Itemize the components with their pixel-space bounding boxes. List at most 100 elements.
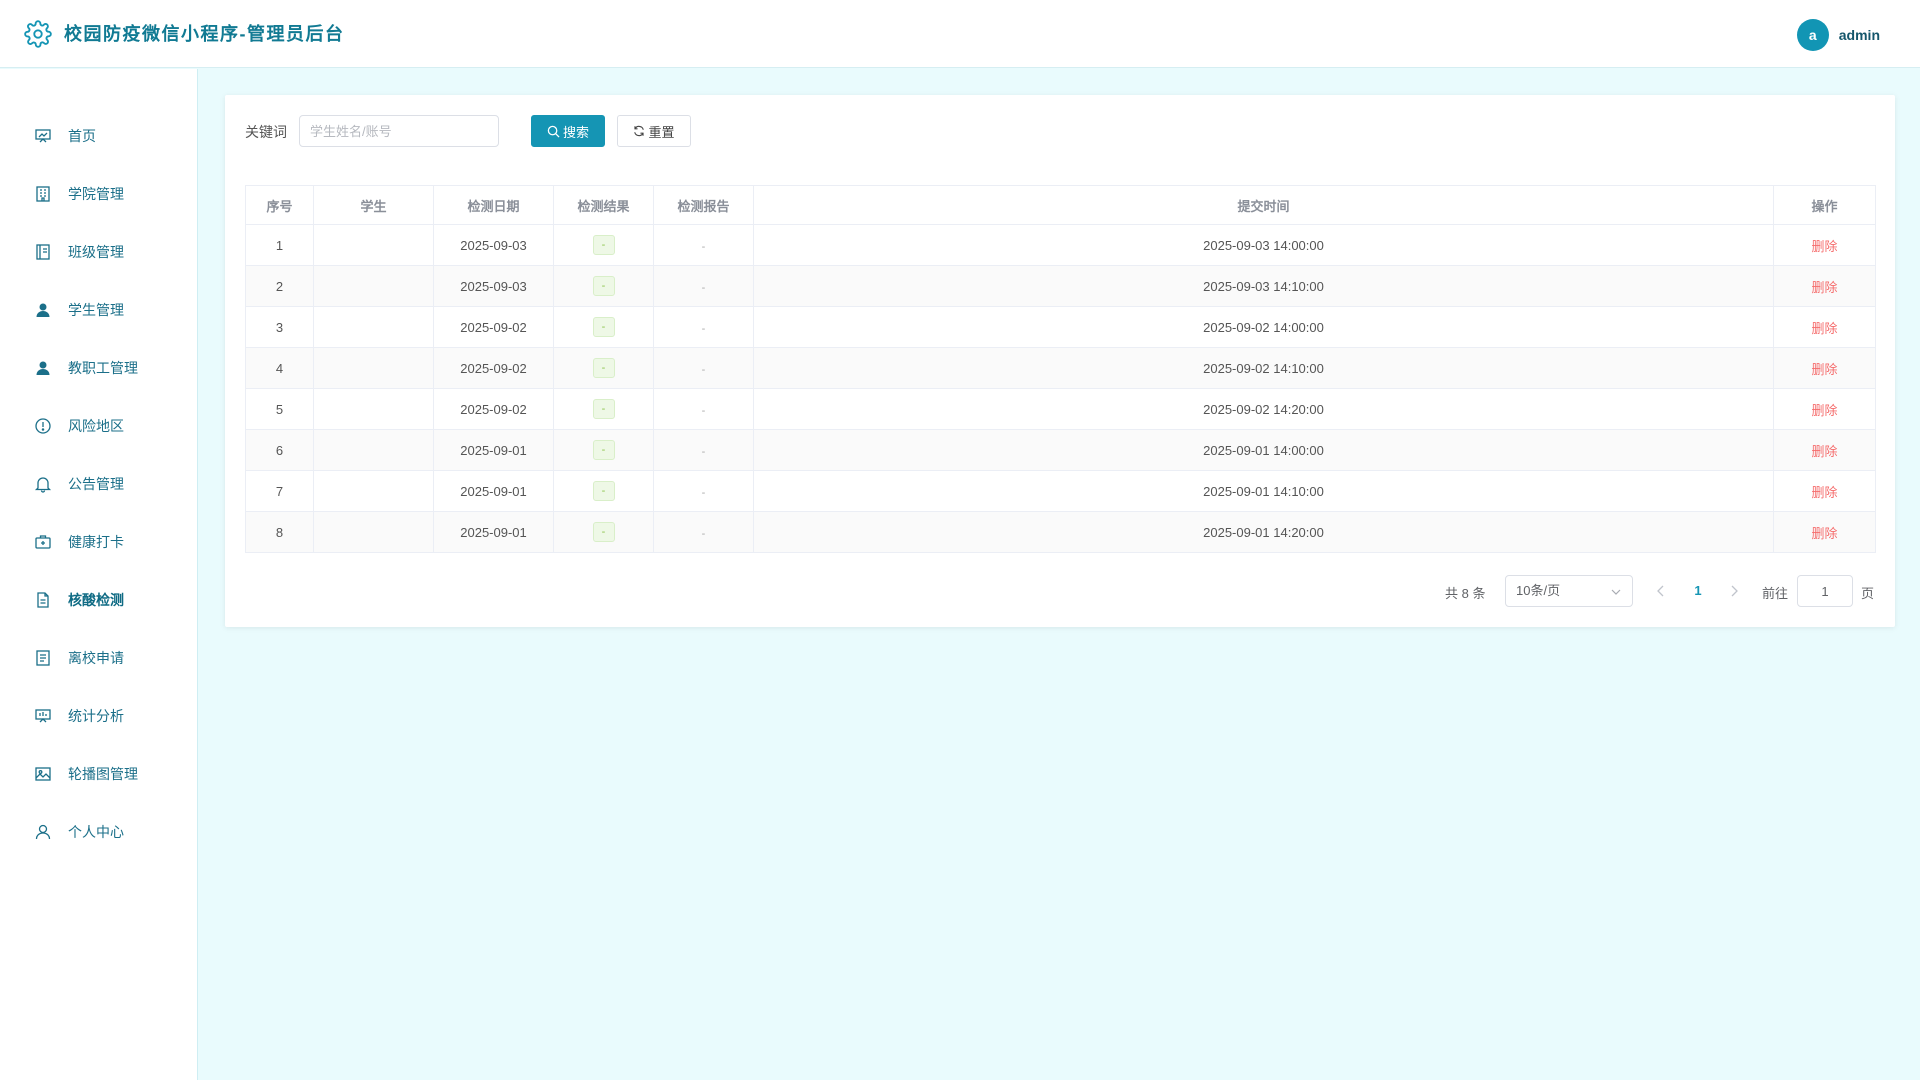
row-test-date: 2025-09-01 [433, 470, 554, 512]
row-result-cell: - [553, 429, 654, 471]
gear-icon [24, 20, 52, 48]
document-icon [37, 592, 49, 608]
sidebar-item-carousel[interactable]: 轮播图管理 [0, 754, 198, 794]
row-report-cell: - [653, 429, 754, 471]
sidebar-item-class[interactable]: 班级管理 [0, 232, 198, 272]
row-index: 6 [245, 429, 314, 471]
sidebar-item-staff[interactable]: 教职工管理 [0, 348, 198, 388]
search-button-label: 搜索 [562, 124, 589, 140]
page-suffix-label: 页 [1861, 586, 1875, 601]
delete-button[interactable]: 删除 [1811, 280, 1837, 295]
row-result-cell: - [553, 306, 654, 348]
content-panel: 关键词 搜索 重置 序号 学生 检测日期 检测结果 检测报告 提交时间 [225, 95, 1895, 627]
sidebar-item-label: 教职工管理 [68, 360, 138, 376]
row-result-cell: - [553, 470, 654, 512]
row-submit-time: 2025-09-02 14:20:00 [753, 388, 1774, 430]
sidebar-item-label: 统计分析 [68, 708, 124, 724]
bell-icon [34, 477, 52, 493]
row-test-date: 2025-09-03 [433, 265, 554, 307]
sidebar-item-label: 公告管理 [68, 476, 124, 492]
building-icon [36, 186, 50, 202]
row-report-cell: - [653, 347, 754, 389]
data-board-icon [35, 709, 51, 723]
page-size-select[interactable]: 10条/页 [1505, 575, 1633, 607]
sidebar-item-home[interactable]: 首页 [0, 116, 198, 156]
row-student [313, 224, 434, 266]
sidebar-item-health-checkin[interactable]: 健康打卡 [0, 522, 198, 562]
refresh-icon [634, 125, 645, 137]
report-value: - [701, 404, 706, 417]
row-report-cell: - [653, 306, 754, 348]
result-tag: - [592, 235, 615, 255]
row-report-cell: - [653, 388, 754, 430]
row-result-cell: - [553, 511, 654, 553]
delete-button[interactable]: 删除 [1811, 362, 1837, 377]
row-result-cell: - [553, 347, 654, 389]
chevron-left-icon[interactable] [1653, 583, 1669, 599]
pagination-total: 共 8 条 [1445, 586, 1486, 601]
sidebar-item-nucleic-test[interactable]: 核酸检测 [0, 580, 198, 620]
row-action-cell: 删除 [1773, 388, 1876, 430]
result-tag: - [592, 481, 615, 501]
user-menu[interactable]: a admin [1796, 19, 1880, 51]
table-row: 7 2025-09-01 - - 2025-09-01 14:10:00 删除 [245, 470, 1876, 512]
row-student [313, 470, 434, 512]
sidebar-item-statistics[interactable]: 统计分析 [0, 696, 198, 736]
sidebar-item-risk-area[interactable]: 风险地区 [0, 406, 198, 446]
result-tag: - [592, 358, 615, 378]
pagination: 共 8 条 10条/页 1 前往 页 [225, 575, 1895, 607]
avatar[interactable]: a [1796, 19, 1829, 51]
chevron-right-icon[interactable] [1726, 583, 1742, 599]
row-test-date: 2025-09-02 [433, 347, 554, 389]
sidebar-item-label: 个人中心 [68, 824, 124, 840]
user-solid-icon [36, 361, 50, 375]
sidebar-item-label: 学生管理 [68, 302, 124, 318]
row-report-cell: - [653, 224, 754, 266]
search-input[interactable] [299, 115, 499, 147]
column-header: 序号 [245, 185, 314, 225]
row-action-cell: 删除 [1773, 347, 1876, 389]
user-name[interactable]: admin [1839, 27, 1880, 43]
tickets-icon [36, 650, 50, 666]
sidebar-item-leave-application[interactable]: 离校申请 [0, 638, 198, 678]
sidebar-item-college[interactable]: 学院管理 [0, 174, 198, 214]
column-header: 检测日期 [433, 185, 554, 225]
delete-button[interactable]: 删除 [1811, 526, 1837, 541]
nucleic-test-table: 序号 学生 检测日期 检测结果 检测报告 提交时间 操作 1 2025-09-0… [245, 185, 1876, 553]
goto-label: 前往 [1762, 586, 1789, 601]
sidebar-item-label: 班级管理 [68, 244, 124, 260]
chevron-down-icon [1611, 589, 1621, 595]
page-size-value: 10条/页 [1516, 583, 1561, 598]
sidebar-item-student[interactable]: 学生管理 [0, 290, 198, 330]
row-student [313, 388, 434, 430]
row-action-cell: 删除 [1773, 470, 1876, 512]
delete-button[interactable]: 删除 [1811, 239, 1837, 254]
column-header: 学生 [313, 185, 434, 225]
page-number-current[interactable]: 1 [1690, 583, 1706, 598]
sidebar-item-announcement[interactable]: 公告管理 [0, 464, 198, 504]
row-test-date: 2025-09-02 [433, 306, 554, 348]
row-action-cell: 删除 [1773, 306, 1876, 348]
sidebar-item-profile[interactable]: 个人中心 [0, 812, 198, 852]
goto-page-input[interactable] [1797, 575, 1853, 607]
row-action-cell: 删除 [1773, 511, 1876, 553]
reset-button-label: 重置 [648, 124, 675, 140]
row-result-cell: - [553, 388, 654, 430]
delete-button[interactable]: 删除 [1811, 444, 1837, 459]
search-button[interactable]: 搜索 [531, 115, 605, 147]
row-student [313, 265, 434, 307]
row-action-cell: 删除 [1773, 265, 1876, 307]
column-header: 操作 [1773, 185, 1876, 225]
row-submit-time: 2025-09-03 14:00:00 [753, 224, 1774, 266]
row-test-date: 2025-09-03 [433, 224, 554, 266]
result-tag: - [592, 440, 615, 460]
reset-button[interactable]: 重置 [617, 115, 691, 147]
row-action-cell: 删除 [1773, 429, 1876, 471]
delete-button[interactable]: 删除 [1811, 485, 1837, 500]
delete-button[interactable]: 删除 [1811, 403, 1837, 418]
row-result-cell: - [553, 224, 654, 266]
column-header: 检测报告 [653, 185, 754, 225]
delete-button[interactable]: 删除 [1811, 321, 1837, 336]
row-index: 2 [245, 265, 314, 307]
sidebar-item-label: 学院管理 [68, 186, 124, 202]
